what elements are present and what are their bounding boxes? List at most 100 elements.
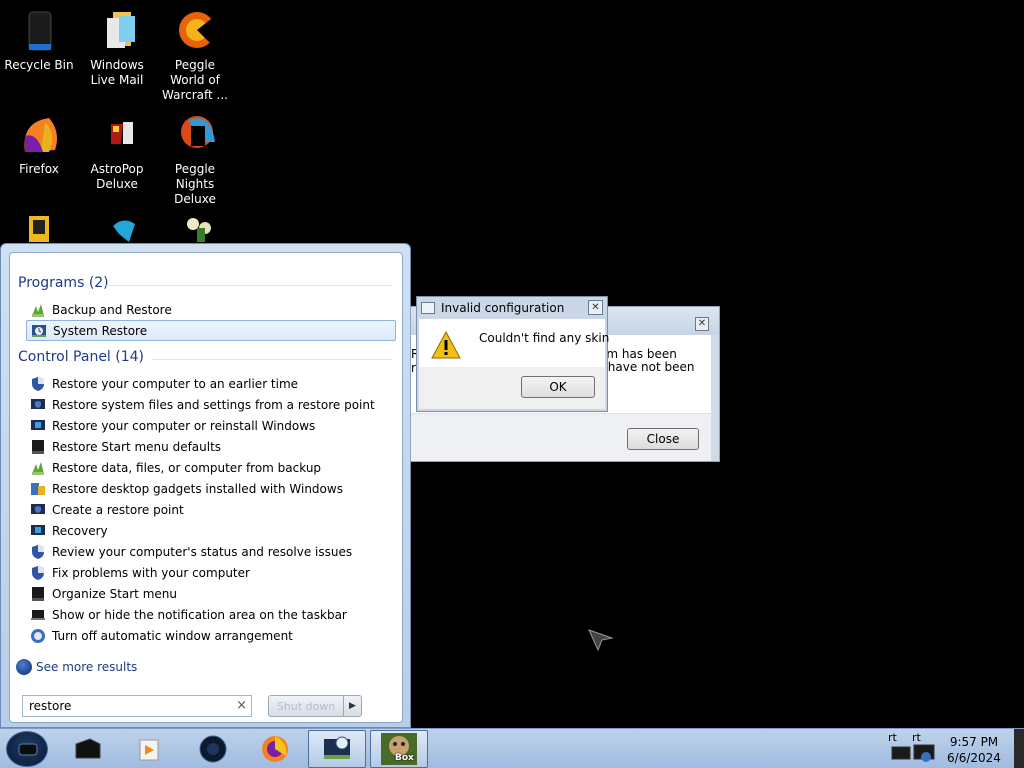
result-label: Backup and Restore	[52, 302, 172, 317]
clock[interactable]: 9:57 PM 6/6/2024	[942, 734, 1006, 766]
result-label: Restore your computer to an earlier time	[52, 376, 299, 391]
result-label: System Restore	[53, 323, 148, 338]
mouse-cursor-icon	[588, 629, 614, 652]
desktop-icon-partial-3[interactable]	[156, 214, 234, 244]
desktop-icon-label: Windows Live Mail	[90, 58, 144, 87]
system-restore-icon	[324, 736, 350, 759]
clock-time: 9:57 PM	[949, 735, 999, 749]
taskbar-app-3[interactable]	[184, 730, 242, 768]
desktop-icon-partial-1[interactable]	[0, 214, 78, 244]
result-restore-start-menu-defaults[interactable]: Restore Start menu defaults	[26, 436, 396, 457]
peggle-wow-icon	[171, 8, 219, 56]
taskbar-icon	[32, 439, 44, 454]
clear-search-icon[interactable]: ×	[236, 698, 247, 713]
notification-tray: rt rt	[886, 731, 938, 765]
result-system-restore[interactable]: System Restore	[26, 320, 396, 341]
search-input[interactable]: restore ×	[22, 695, 252, 717]
result-restore-gadgets[interactable]: Restore desktop gadgets installed with W…	[26, 478, 396, 499]
desktop-icon-windows-live-mail[interactable]: Windows Live Mail	[78, 8, 156, 88]
dialog-text-line: em has been	[599, 347, 677, 361]
close-icon[interactable]: ✕	[588, 300, 603, 315]
recycle-bin-icon	[15, 8, 63, 56]
result-notification-area[interactable]: Show or hide the notification area on th…	[26, 604, 396, 625]
background-dialog-footer: Close	[411, 413, 711, 461]
desktop-icon-label: Firefox	[19, 162, 59, 176]
result-restore-or-reinstall[interactable]: Restore your computer or reinstall Windo…	[26, 415, 396, 436]
shutdown-options-arrow-icon[interactable]: ▶	[343, 696, 361, 716]
taskbar-app-1[interactable]	[58, 730, 116, 768]
network-icon[interactable]	[890, 743, 938, 765]
result-label: Review your computer's status and resolv…	[52, 544, 353, 559]
taskbar-media[interactable]	[120, 730, 178, 768]
search-value: restore	[29, 699, 72, 713]
show-desktop-button[interactable]	[1014, 729, 1024, 768]
taskbar-system-restore[interactable]	[308, 730, 366, 768]
shutdown-label: Shut down	[276, 699, 336, 713]
result-label: Restore your computer or reinstall Windo…	[52, 418, 316, 433]
dialog-title: Invalid configuration	[441, 301, 565, 315]
result-restore-system-files[interactable]: Restore system files and settings from a…	[26, 394, 396, 415]
ok-button[interactable]: OK	[521, 376, 595, 398]
result-backup-and-restore[interactable]: Backup and Restore	[26, 299, 396, 320]
result-label: Organize Start menu	[52, 586, 177, 601]
desktop-icon-peggle-nights[interactable]: Peggle Nights Deluxe	[156, 112, 234, 207]
shutdown-button[interactable]: Shut down ▶	[268, 695, 362, 717]
see-more-results-link[interactable]: See more results	[16, 659, 137, 675]
system-restore-icon	[32, 324, 46, 337]
desktop-icon-recycle-bin[interactable]: Recycle Bin	[0, 8, 78, 73]
search-globe-icon	[16, 659, 32, 675]
result-label: Create a restore point	[52, 502, 184, 517]
backup-restore-icon	[32, 461, 44, 475]
invalid-configuration-dialog: Invalid configuration ✕ Couldn't find an…	[416, 296, 609, 412]
monitor-flag-icon	[31, 419, 45, 430]
shield-icon	[32, 565, 44, 580]
firefox-icon	[262, 736, 288, 762]
blue-arrow-icon	[93, 214, 141, 242]
divider	[106, 285, 392, 286]
dialog-body: Couldn't find any skin	[419, 319, 609, 367]
result-label: Restore desktop gadgets installed with W…	[52, 481, 343, 496]
see-more-label: See more results	[36, 660, 138, 674]
result-label: Fix problems with your computer	[52, 565, 250, 580]
result-label: Restore system files and settings from a…	[52, 397, 375, 412]
control-panel-header: Control Panel (14)	[18, 349, 145, 365]
windows-logo-icon	[18, 743, 38, 756]
taskbar-box[interactable]: Box	[370, 730, 428, 768]
result-organize-start-menu[interactable]: Organize Start menu	[26, 583, 396, 604]
result-label: Restore Start menu defaults	[52, 439, 222, 454]
result-restore-data-from-backup[interactable]: Restore data, files, or computer from ba…	[26, 457, 396, 478]
result-create-restore-point[interactable]: Create a restore point	[26, 499, 396, 520]
backup-restore-icon	[32, 303, 44, 317]
astropop-icon	[93, 112, 141, 160]
dialog-titlebar[interactable]: Invalid configuration	[417, 297, 607, 319]
laptop-icon	[31, 609, 45, 620]
result-label: Show or hide the notification area on th…	[52, 607, 347, 622]
desktop-icon-partial-2[interactable]	[78, 214, 156, 244]
start-button[interactable]	[6, 731, 48, 767]
close-icon[interactable]: ✕	[695, 317, 709, 331]
desktop-icon-peggle-wow[interactable]: Peggle World of Warcraft ...	[156, 8, 234, 103]
desktop-icon-astropop[interactable]: AstroPop Deluxe	[78, 112, 156, 192]
desktop-icon-label: Recycle Bin	[4, 58, 74, 72]
shield-icon	[32, 544, 44, 559]
desktop-icon-label: Peggle World of Warcraft ...	[162, 58, 228, 102]
result-window-arrangement[interactable]: Turn off automatic window arrangement	[26, 625, 396, 646]
folder-app-icon	[15, 214, 63, 242]
start-menu: Programs (2) Backup and Restore System R…	[0, 243, 411, 728]
result-recovery[interactable]: Recovery	[26, 520, 396, 541]
dialog-message: Couldn't find any skin	[479, 331, 610, 345]
media-player-icon	[139, 739, 159, 761]
monitor-shield-icon	[31, 398, 45, 409]
result-label: Turn off automatic window arrangement	[52, 628, 293, 643]
taskbar: Box rt rt 9:57 PM 6/6/2024	[0, 728, 1024, 768]
shield-icon	[32, 376, 44, 391]
result-review-status[interactable]: Review your computer's status and resolv…	[26, 541, 396, 562]
monitor-flag-icon	[31, 524, 45, 535]
programs-header: Programs (2)	[18, 275, 109, 291]
dialog-text-line: ts have not been	[593, 360, 695, 374]
result-restore-earlier-time[interactable]: Restore your computer to an earlier time	[26, 373, 396, 394]
result-fix-problems[interactable]: Fix problems with your computer	[26, 562, 396, 583]
taskbar-firefox[interactable]	[246, 730, 304, 768]
desktop-icon-firefox[interactable]: Firefox	[0, 112, 78, 177]
close-button[interactable]: Close	[627, 428, 699, 450]
